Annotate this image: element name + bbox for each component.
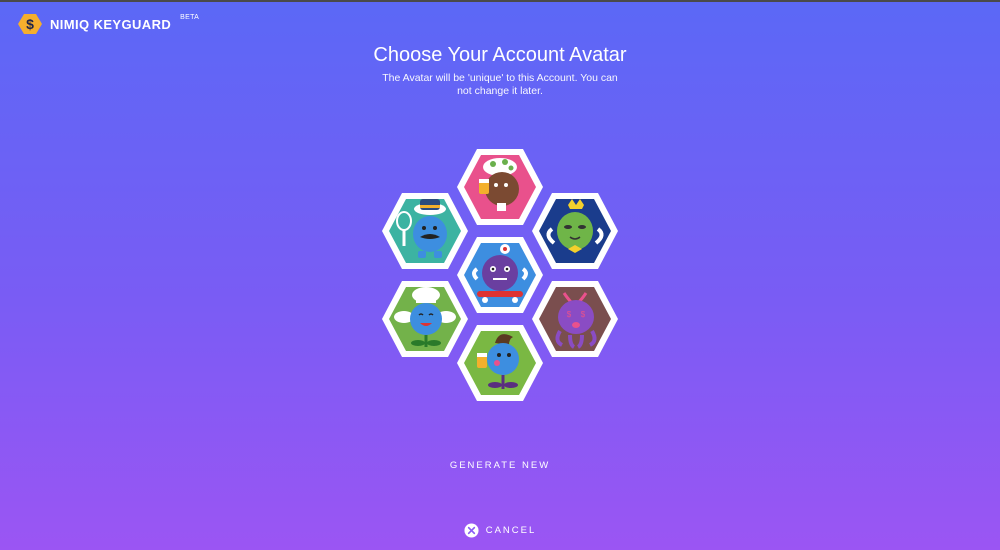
- generate-new-button[interactable]: GENERATE NEW: [0, 460, 1000, 471]
- svg-text:$: $: [567, 310, 572, 319]
- cancel-label: CANCEL: [485, 525, 537, 536]
- brand: $ NIMIQ KEYGUARD BETA: [18, 12, 199, 36]
- close-icon: [464, 523, 479, 538]
- avatar-grid: $ $: [375, 147, 625, 407]
- page-subtitle: The Avatar will be 'unique' to this Acco…: [382, 72, 618, 97]
- page-title: Choose Your Account Avatar: [373, 44, 627, 66]
- brand-name: NIMIQ KEYGUARD: [50, 16, 172, 32]
- avatar-beer-pompadour[interactable]: [455, 323, 545, 403]
- svg-text:$: $: [581, 310, 586, 319]
- nimiq-hexagon-logo-icon: $: [18, 14, 42, 34]
- svg-text:$: $: [26, 16, 34, 32]
- beta-badge: BETA: [180, 13, 200, 21]
- cancel-button[interactable]: CANCEL: [0, 523, 1000, 538]
